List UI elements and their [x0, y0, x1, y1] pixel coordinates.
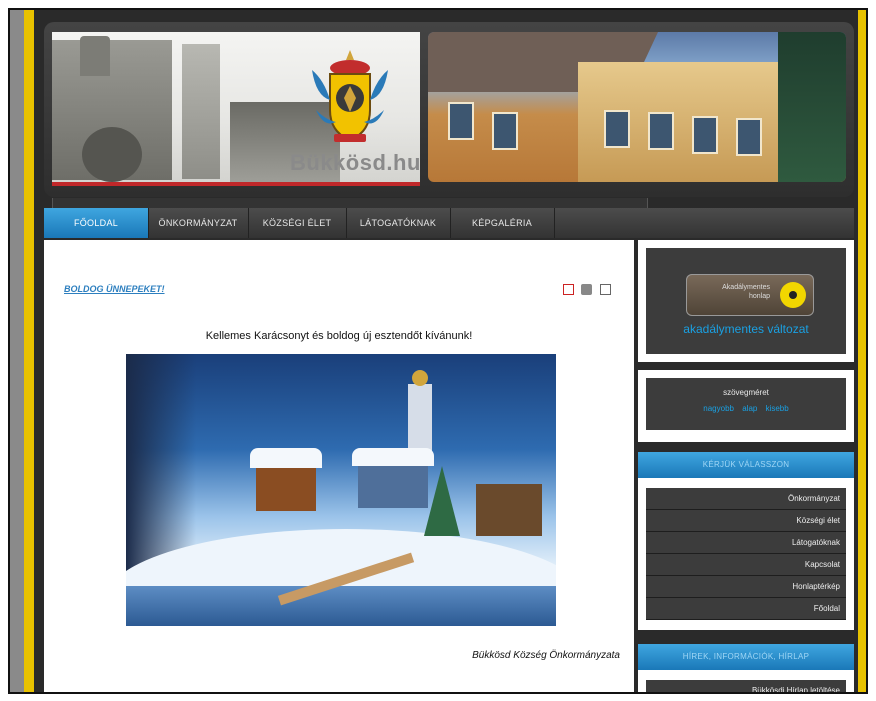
outer-frame — [8, 8, 868, 694]
